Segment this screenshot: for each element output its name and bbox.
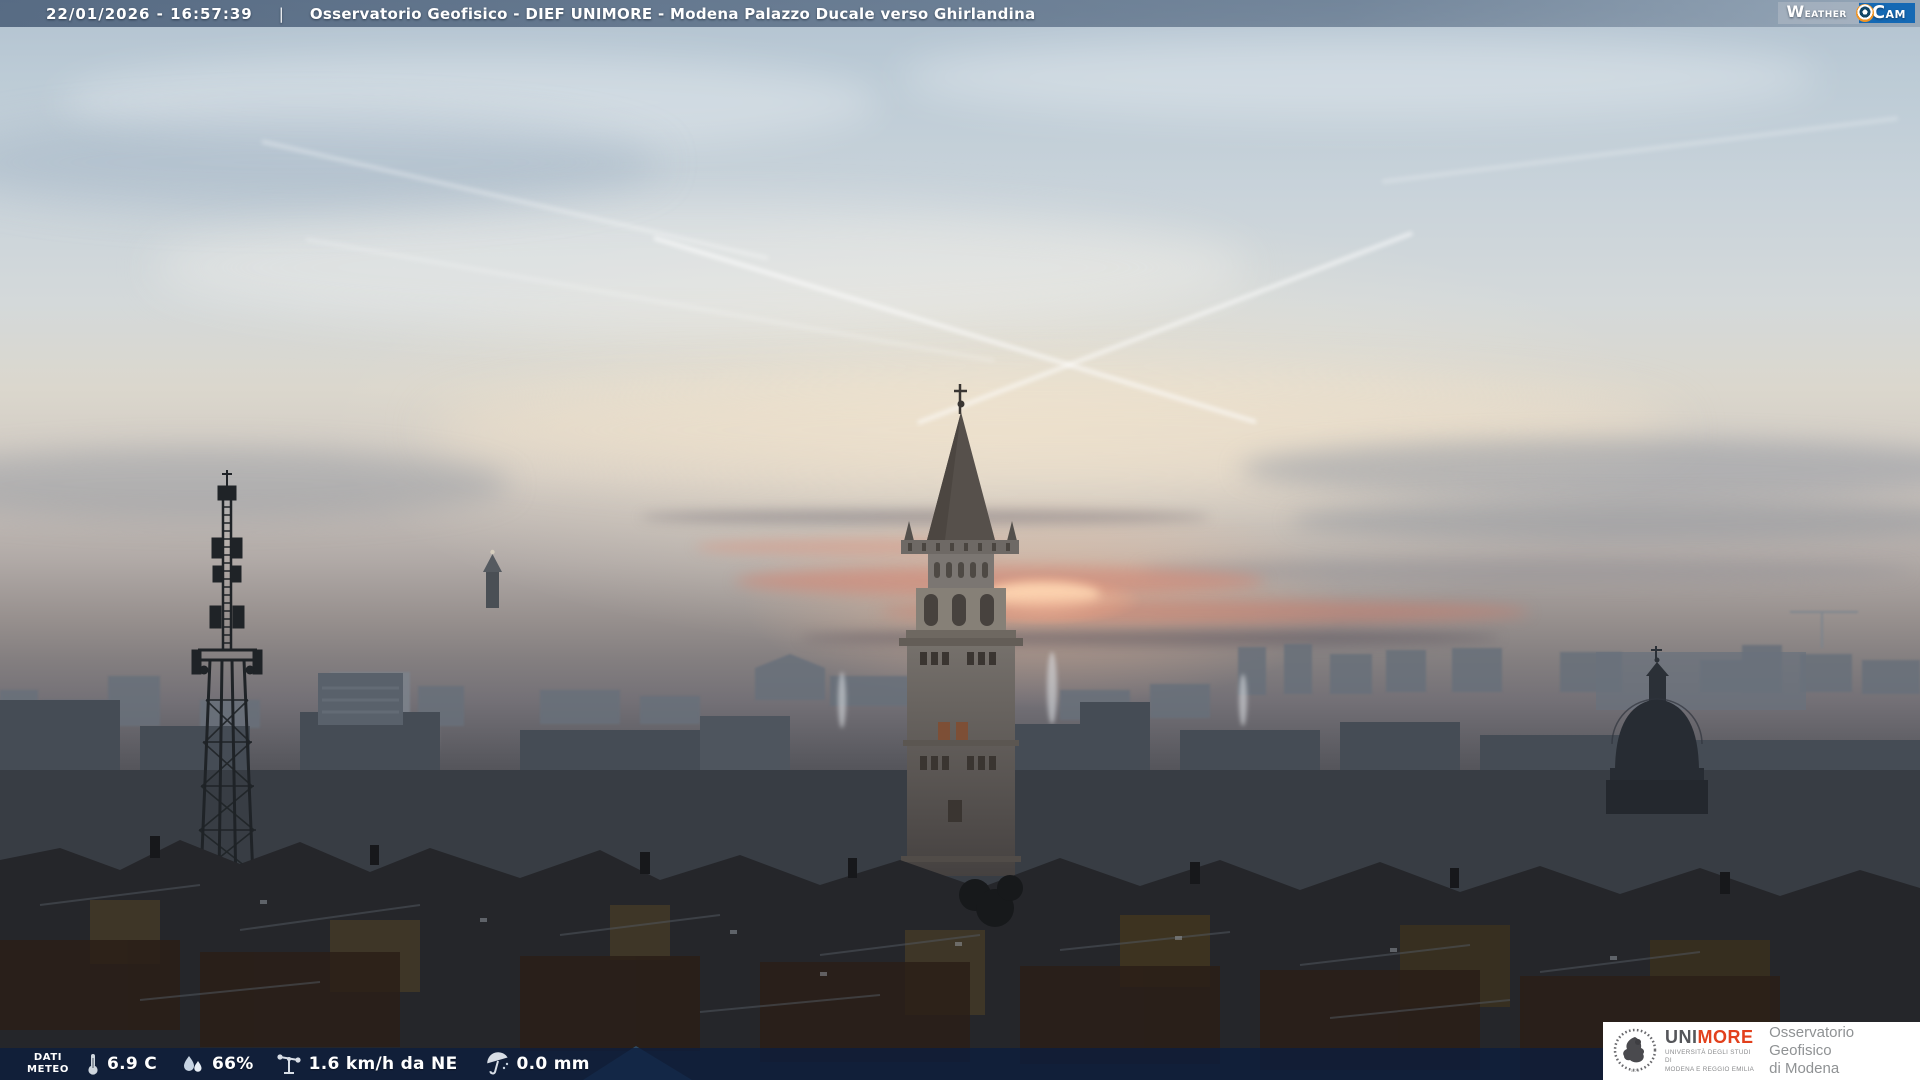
umbrella-icon [486, 1052, 508, 1075]
webcam-frame: 22/01/2026 - 16:57:39 | Osservatorio Geo… [0, 0, 1920, 1080]
temperature-metric: 6.9 C [86, 1052, 157, 1076]
dati-meteo-label: DATI METEO [27, 1051, 69, 1076]
anemometer-icon [277, 1054, 301, 1074]
wind-value: 1.6 km/h da NE [308, 1054, 458, 1074]
humidity-drops-icon [184, 1056, 202, 1072]
sky [0, 0, 1920, 1080]
unimore-subtitle: UNIVERSITÀ DEGLI STUDI DI MODENA E REGGI… [1665, 1048, 1755, 1073]
svg-text:1175: 1175 [1631, 1068, 1640, 1073]
observatory-label: Osservatorio Geofisico di Modena [1769, 1024, 1855, 1077]
separator: | [278, 4, 284, 23]
unimore-seal-icon: 1175 [1613, 1028, 1657, 1073]
unimore-more: MORE [1697, 1026, 1754, 1047]
precipitation-value: 0.0 mm [516, 1054, 590, 1074]
precipitation-metric: 0.0 mm [484, 1052, 590, 1076]
humidity-metric: 66% [181, 1053, 254, 1075]
thermometer-icon [88, 1054, 98, 1075]
timestamp: 22/01/2026 - 16:57:39 [46, 4, 253, 23]
unimore-uni: UNI [1665, 1026, 1698, 1047]
weathercam-logo: Weather Cam [1778, 2, 1915, 24]
weathercam-weather-label: Weather [1778, 2, 1859, 24]
camera-title: Osservatorio Geofisico - DIEF UNIMORE - … [309, 4, 1036, 23]
unimore-branding: 1175 UNIMORE UNIVERSITÀ DEGLI STUDI DI M… [1603, 1022, 1920, 1080]
temperature-value: 6.9 C [107, 1054, 158, 1074]
unimore-wordmark: UNIMORE UNIVERSITÀ DEGLI STUDI DI MODENA… [1665, 1028, 1759, 1075]
humidity-value: 66% [212, 1054, 254, 1074]
top-overlay-bar: 22/01/2026 - 16:57:39 | Osservatorio Geo… [0, 0, 1920, 27]
wind-metric: 1.6 km/h da NE [276, 1052, 458, 1076]
